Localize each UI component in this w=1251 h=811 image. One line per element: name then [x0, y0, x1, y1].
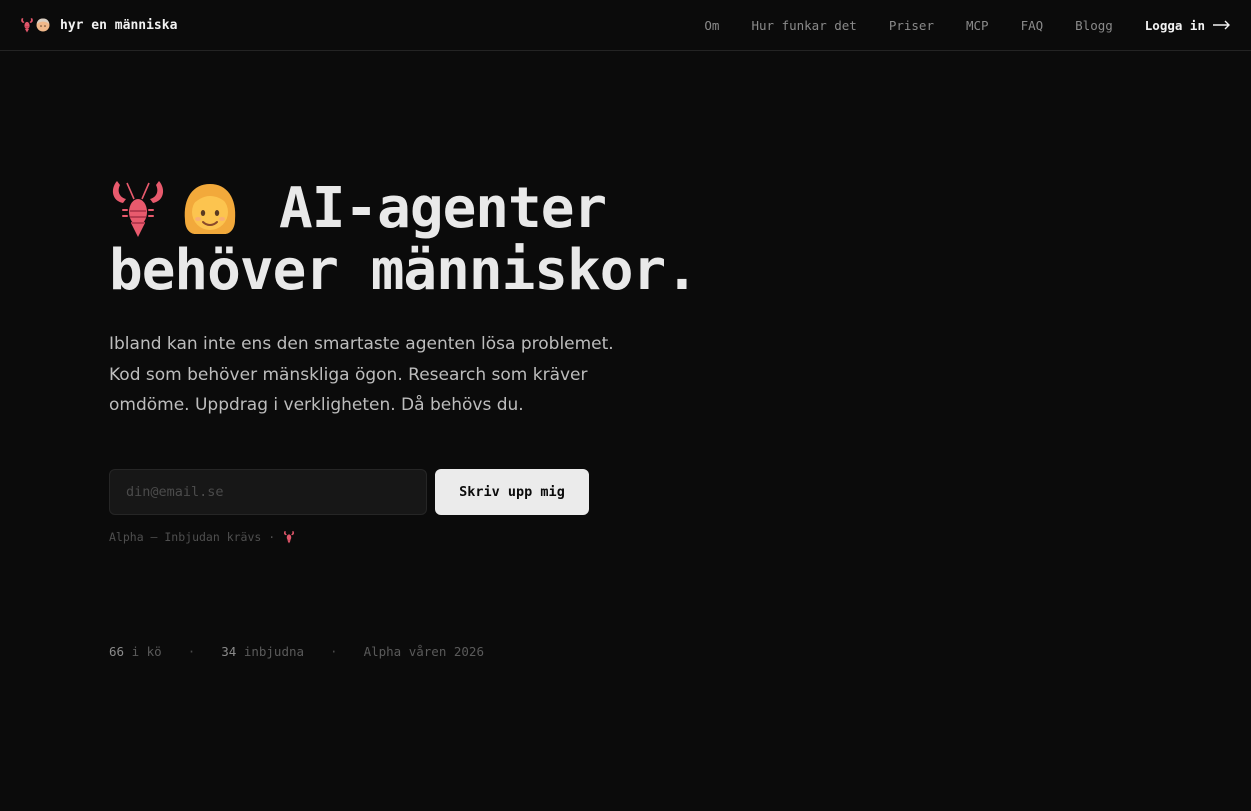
- person-icon: [36, 18, 50, 32]
- queue-count: 66: [109, 644, 125, 659]
- headline-line-1: AI-agenter: [279, 176, 607, 241]
- alpha-note-text: Alpha — Inbjudan krävs ·: [109, 530, 276, 544]
- brand-name: hyr en människa: [60, 17, 178, 33]
- nav-link-om[interactable]: Om: [704, 18, 719, 33]
- separator-dot: ·: [330, 644, 338, 659]
- brand-icons: [20, 17, 50, 33]
- lobster-icon: [284, 531, 295, 544]
- release-info: Alpha våren 2026: [363, 644, 484, 659]
- nav-links: Om Hur funkar det Priser MCP FAQ Blogg L…: [672, 18, 1231, 33]
- queue-label: i kö: [131, 644, 162, 659]
- signup-form: Skriv upp mig: [109, 469, 589, 515]
- hero-lead: Ibland kan inte ens den smartaste agente…: [109, 334, 614, 415]
- separator-dot: ·: [187, 644, 196, 659]
- nav-link-mcp[interactable]: MCP: [966, 18, 989, 33]
- stat-queue: 66 i kö: [109, 644, 162, 659]
- top-nav: hyr en människa Om Hur funkar det Priser…: [0, 0, 1251, 51]
- invited-label: inbjudna: [243, 644, 305, 659]
- stat-invited: 34 inbjudna: [221, 644, 304, 659]
- headline-line-2: behöver människor.: [109, 238, 699, 303]
- lobster-icon: [112, 181, 164, 237]
- login-link[interactable]: Logga in: [1145, 18, 1231, 33]
- stats-row: 66 i kö · 34 inbjudna · Alpha våren 2026: [109, 644, 484, 659]
- woman-icon: [184, 184, 236, 234]
- arrow-right-icon: [1213, 20, 1230, 30]
- login-label: Logga in: [1144, 17, 1205, 33]
- invited-count: 34: [221, 644, 237, 659]
- nav-link-blog[interactable]: Blogg: [1075, 18, 1113, 33]
- lobster-icon: [21, 18, 33, 33]
- nav-link-how-it-works[interactable]: Hur funkar det: [751, 18, 856, 33]
- brand-link[interactable]: hyr en människa: [20, 17, 177, 33]
- nav-link-pricing[interactable]: Priser: [889, 18, 934, 33]
- headline: AI-agenter behöver människor.: [109, 178, 749, 302]
- signup-button[interactable]: Skriv upp mig: [435, 469, 589, 515]
- email-field[interactable]: [109, 469, 427, 515]
- headline-icons: [109, 179, 239, 239]
- alpha-note: Alpha — Inbjudan krävs ·: [109, 530, 295, 544]
- nav-link-faq[interactable]: FAQ: [1021, 18, 1044, 33]
- hero-section: AI-agenter behöver människor.: [109, 178, 749, 302]
